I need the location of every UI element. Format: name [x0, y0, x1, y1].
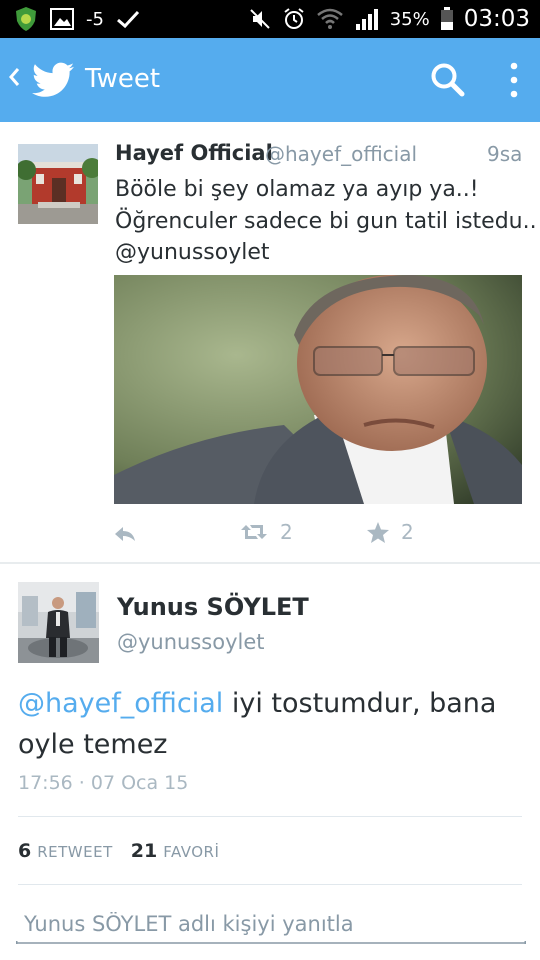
gallery-icon — [50, 8, 74, 30]
favorite-count: 2 — [401, 520, 414, 544]
search-icon[interactable] — [428, 60, 468, 100]
retweet-count[interactable]: 6 — [18, 840, 31, 862]
retweet-action[interactable]: 2 — [240, 520, 293, 544]
check-icon — [116, 10, 140, 29]
alarm-icon — [284, 8, 304, 29]
page-title: Tweet — [85, 64, 161, 94]
mention-link[interactable]: @hayef_official — [18, 688, 223, 719]
tweet-text-rest: iyi tostumdur, bana — [223, 688, 497, 719]
wifi-icon — [316, 8, 343, 29]
app-bar: Tweet — [0, 38, 540, 122]
back-icon[interactable] — [7, 66, 21, 88]
favorite-action[interactable]: 2 — [367, 520, 414, 544]
divider — [0, 562, 540, 564]
tweet-text-line: oyle temez — [18, 729, 168, 760]
tweet-stats: 6 RETWEET 21 FAVORİ — [18, 840, 219, 866]
tweet-timestamp[interactable]: 17:56 · 07 Oca 15 — [18, 772, 188, 794]
author-name[interactable]: Hayef Official — [115, 141, 273, 165]
author-handle[interactable]: @yunussoylet — [117, 630, 265, 654]
tweet-text: @hayef_official iyi tostumdur, bana oyle… — [18, 683, 528, 765]
favorite-label[interactable]: FAVORİ — [163, 843, 219, 861]
clock: 03:03 — [463, 6, 530, 32]
retweet-label[interactable]: RETWEET — [37, 843, 113, 861]
retweet-count: 2 — [280, 520, 293, 544]
divider — [18, 884, 522, 885]
tweet-text-line: Öğrenculer sadece bi gun tatil istedu.. — [115, 208, 537, 234]
author-name[interactable]: Yunus SÖYLET — [117, 593, 309, 621]
tweet-text-line: @hayef_official iyi tostumdur, bana — [18, 683, 528, 724]
tweet-time: 9sa — [487, 142, 523, 166]
reply-input[interactable] — [24, 908, 524, 940]
avatar[interactable] — [18, 144, 98, 224]
more-vert-icon[interactable] — [500, 58, 528, 102]
twitter-bird-icon[interactable] — [32, 62, 74, 98]
tweet-photo[interactable] — [114, 275, 522, 504]
temperature-text: -5 — [86, 8, 104, 30]
avatar[interactable] — [18, 582, 99, 663]
context-tweet[interactable]: Hayef Official @hayef_official 9sa Bööle… — [0, 122, 540, 562]
battery-icon — [440, 7, 453, 30]
signal-icon — [355, 9, 378, 30]
shield-app-icon — [16, 7, 36, 31]
battery-percent: 35% — [389, 8, 430, 30]
favorite-count[interactable]: 21 — [131, 840, 157, 862]
status-bar: -5 35% 03:03 — [0, 0, 540, 38]
tweet-text-line: Bööle bi şey olamaz ya ayıp ya..! — [115, 177, 479, 202]
tweet-text-line: @yunussoylet — [115, 240, 270, 265]
reply-underline — [16, 941, 526, 944]
retweet-icon — [241, 525, 267, 539]
reply-icon[interactable] — [114, 526, 136, 542]
author-handle[interactable]: @hayef_official — [265, 142, 417, 166]
mute-icon — [249, 9, 270, 29]
tweet-text: Bööle bi şey olamaz ya ayıp ya..! Öğrenc… — [115, 174, 537, 269]
star-icon — [367, 521, 389, 543]
divider — [18, 816, 522, 817]
